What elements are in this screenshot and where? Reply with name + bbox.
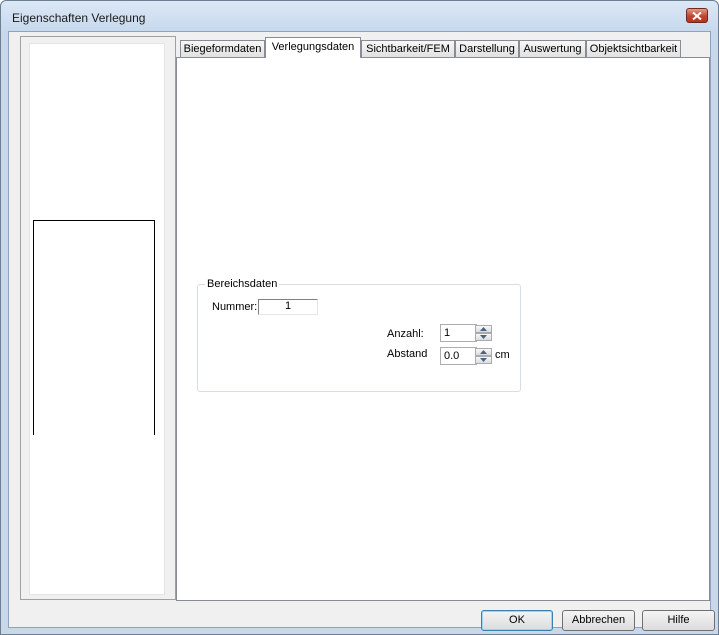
- arrow-down-icon: [480, 358, 487, 362]
- tab-verlegungsdaten[interactable]: Verlegungsdaten: [265, 37, 361, 58]
- window-title: Eigenschaften Verlegung: [12, 11, 146, 25]
- close-icon: [692, 11, 702, 20]
- abstand-spin-up[interactable]: [475, 348, 492, 356]
- anzahl-input[interactable]: 1: [440, 324, 477, 342]
- dialog-window: Eigenschaften Verlegung Biegeformdaten V…: [0, 0, 719, 635]
- bereichsdaten-group: Bereichsdaten Nummer: 1 Anzahl: 1 Abstan…: [197, 278, 521, 392]
- ok-button[interactable]: OK: [481, 610, 553, 631]
- preview-frame: [20, 36, 176, 600]
- abstand-spinner[interactable]: [475, 348, 492, 364]
- anzahl-spinner[interactable]: [475, 325, 492, 341]
- anzahl-spin-down[interactable]: [475, 333, 492, 341]
- preview-shape: [33, 220, 155, 435]
- tab-panel-verlegungsdaten: Bereichsdaten Nummer: 1 Anzahl: 1 Abstan…: [176, 57, 710, 601]
- tab-sichtbarkeit-fem[interactable]: Sichtbarkeit/FEM: [361, 40, 455, 57]
- arrow-down-icon: [480, 335, 487, 339]
- title-bar[interactable]: Eigenschaften Verlegung: [1, 1, 718, 35]
- abstand-label: Abstand: [387, 348, 428, 360]
- arrow-up-icon: [480, 350, 487, 354]
- abstand-unit: cm: [495, 349, 510, 361]
- nummer-label: Nummer:: [212, 301, 258, 313]
- tab-strip: Biegeformdaten Verlegungsdaten Sichtbark…: [177, 37, 712, 58]
- arrow-up-icon: [480, 327, 487, 331]
- dialog-client-area: Biegeformdaten Verlegungsdaten Sichtbark…: [8, 31, 715, 631]
- tab-auswertung[interactable]: Auswertung: [519, 40, 586, 57]
- abstand-spin-down[interactable]: [475, 356, 492, 364]
- tab-objektsichtbarkeit[interactable]: Objektsichtbarkeit: [586, 40, 681, 57]
- nummer-field: 1: [258, 299, 318, 315]
- help-button[interactable]: Hilfe: [642, 610, 715, 631]
- tab-biegeformdaten[interactable]: Biegeformdaten: [180, 40, 265, 57]
- cancel-button[interactable]: Abbrechen: [562, 610, 635, 631]
- tab-darstellung[interactable]: Darstellung: [455, 40, 519, 57]
- group-title: Bereichsdaten: [205, 278, 280, 290]
- anzahl-label: Anzahl:: [387, 328, 424, 340]
- preview-canvas: [29, 43, 165, 595]
- close-button[interactable]: [686, 8, 708, 23]
- abstand-input[interactable]: 0.0: [440, 347, 477, 365]
- anzahl-spin-up[interactable]: [475, 325, 492, 333]
